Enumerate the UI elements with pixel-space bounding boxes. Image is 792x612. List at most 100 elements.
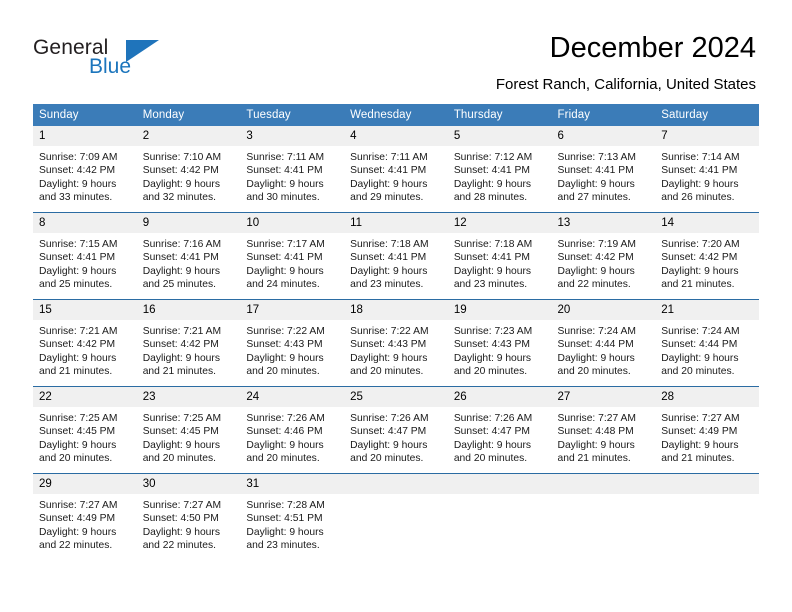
day-details: Sunrise: 7:16 AM Sunset: 4:41 PM Dayligh… <box>137 233 241 292</box>
calendar-day-cell[interactable]: 10 Sunrise: 7:17 AM Sunset: 4:41 PM Dayl… <box>240 212 345 300</box>
day-details: Sunrise: 7:25 AM Sunset: 4:45 PM Dayligh… <box>33 407 137 466</box>
sunrise-text: Sunrise: 7:11 AM <box>246 152 325 163</box>
sunset-text: Sunset: 4:43 PM <box>350 339 427 351</box>
daylight-text-line1: Daylight: 9 hours <box>142 178 220 190</box>
calendar-week-row: 1 Sunrise: 7:09 AM Sunset: 4:42 PM Dayli… <box>33 126 759 213</box>
calendar-day-cell[interactable]: 8 Sunrise: 7:15 AM Sunset: 4:41 PM Dayli… <box>33 212 137 300</box>
day-number: 14 <box>655 213 759 233</box>
sunrise-text: Sunrise: 7:22 AM <box>246 326 325 337</box>
calendar-day-cell[interactable]: 7 Sunrise: 7:14 AM Sunset: 4:41 PM Dayli… <box>655 126 759 213</box>
calendar-day-cell[interactable]: 29 Sunrise: 7:27 AM Sunset: 4:49 PM Dayl… <box>33 473 137 560</box>
sunset-text: Sunset: 4:44 PM <box>557 339 634 351</box>
sunrise-text: Sunrise: 7:26 AM <box>246 413 325 424</box>
day-number: 9 <box>136 213 241 233</box>
calendar-day-cell[interactable]: 22 Sunrise: 7:25 AM Sunset: 4:45 PM Dayl… <box>33 386 137 474</box>
calendar-header-row: Sunday Monday Tuesday Wednesday Thursday… <box>33 104 759 126</box>
day-number: 8 <box>33 213 137 233</box>
daylight-text-line2: and 28 minutes. <box>453 192 528 204</box>
day-number: 10 <box>240 213 345 233</box>
calendar-day-cell[interactable]: 30 Sunrise: 7:27 AM Sunset: 4:50 PM Dayl… <box>136 473 241 560</box>
sunset-text: Sunset: 4:47 PM <box>350 426 427 438</box>
daylight-text-line2: and 25 minutes. <box>142 279 216 291</box>
calendar-day-cell[interactable]: 31 Sunrise: 7:28 AM Sunset: 4:51 PM Dayl… <box>240 473 345 560</box>
weekday-header-monday: Monday <box>136 104 241 126</box>
calendar-day-cell[interactable]: 25 Sunrise: 7:26 AM Sunset: 4:47 PM Dayl… <box>344 386 448 474</box>
day-details <box>344 494 448 499</box>
calendar-day-cell[interactable]: 27 Sunrise: 7:27 AM Sunset: 4:48 PM Dayl… <box>551 386 656 474</box>
calendar-day-cell[interactable]: 17 Sunrise: 7:22 AM Sunset: 4:43 PM Dayl… <box>240 299 345 387</box>
day-details: Sunrise: 7:27 AM Sunset: 4:48 PM Dayligh… <box>552 407 656 466</box>
sunset-text: Sunset: 4:41 PM <box>557 165 634 177</box>
calendar-day-cell[interactable]: 28 Sunrise: 7:27 AM Sunset: 4:49 PM Dayl… <box>655 386 759 474</box>
day-details: Sunrise: 7:10 AM Sunset: 4:42 PM Dayligh… <box>137 146 241 205</box>
weekday-header-wednesday: Wednesday <box>344 104 448 126</box>
day-details <box>448 494 552 499</box>
sunset-text: Sunset: 4:49 PM <box>661 426 738 438</box>
day-details: Sunrise: 7:14 AM Sunset: 4:41 PM Dayligh… <box>655 146 759 205</box>
sunrise-text: Sunrise: 7:27 AM <box>39 500 118 511</box>
day-number: 26 <box>447 387 552 407</box>
daylight-text-line2: and 20 minutes. <box>246 453 320 465</box>
calendar-day-cell[interactable]: 26 Sunrise: 7:26 AM Sunset: 4:47 PM Dayl… <box>447 386 552 474</box>
sunrise-text: Sunrise: 7:23 AM <box>453 326 533 337</box>
calendar-day-cell[interactable]: 4 Sunrise: 7:11 AM Sunset: 4:41 PM Dayli… <box>344 126 448 213</box>
daylight-text-line1: Daylight: 9 hours <box>557 265 635 277</box>
sunset-text: Sunset: 4:42 PM <box>557 252 634 264</box>
daylight-text-line2: and 23 minutes. <box>350 279 424 291</box>
day-number <box>655 474 759 494</box>
day-number <box>344 474 448 494</box>
daylight-text-line2: and 25 minutes. <box>39 279 113 291</box>
calendar-day-cell[interactable]: 2 Sunrise: 7:10 AM Sunset: 4:42 PM Dayli… <box>136 126 241 213</box>
daylight-text-line1: Daylight: 9 hours <box>661 439 739 451</box>
calendar-day-cell[interactable]: 11 Sunrise: 7:18 AM Sunset: 4:41 PM Dayl… <box>344 212 448 300</box>
calendar-day-cell[interactable]: 12 Sunrise: 7:18 AM Sunset: 4:41 PM Dayl… <box>447 212 552 300</box>
day-details: Sunrise: 7:20 AM Sunset: 4:42 PM Dayligh… <box>655 233 759 292</box>
daylight-text-line2: and 22 minutes. <box>39 540 113 552</box>
calendar-week-row: 29 Sunrise: 7:27 AM Sunset: 4:49 PM Dayl… <box>33 473 759 560</box>
daylight-text-line1: Daylight: 9 hours <box>350 352 428 364</box>
calendar-day-cell[interactable]: 18 Sunrise: 7:22 AM Sunset: 4:43 PM Dayl… <box>344 299 448 387</box>
day-number: 16 <box>136 300 241 320</box>
day-details: Sunrise: 7:26 AM Sunset: 4:47 PM Dayligh… <box>448 407 552 466</box>
calendar-day-cell[interactable]: 21 Sunrise: 7:24 AM Sunset: 4:44 PM Dayl… <box>655 299 759 387</box>
daylight-text-line1: Daylight: 9 hours <box>246 352 324 364</box>
daylight-text-line2: and 20 minutes. <box>453 453 528 465</box>
sunrise-text: Sunrise: 7:18 AM <box>453 239 533 250</box>
calendar-day-cell[interactable]: 20 Sunrise: 7:24 AM Sunset: 4:44 PM Dayl… <box>551 299 656 387</box>
day-number: 3 <box>240 126 345 146</box>
daylight-text-line1: Daylight: 9 hours <box>142 439 220 451</box>
daylight-text-line2: and 22 minutes. <box>142 540 216 552</box>
calendar-day-cell-empty <box>655 473 759 560</box>
daylight-text-line2: and 20 minutes. <box>661 366 735 378</box>
brand-logo[interactable]: General Blue <box>33 36 213 86</box>
sunset-text: Sunset: 4:41 PM <box>246 252 323 264</box>
calendar-day-cell[interactable]: 23 Sunrise: 7:25 AM Sunset: 4:45 PM Dayl… <box>136 386 241 474</box>
calendar-day-cell[interactable]: 15 Sunrise: 7:21 AM Sunset: 4:42 PM Dayl… <box>33 299 137 387</box>
calendar-day-cell[interactable]: 5 Sunrise: 7:12 AM Sunset: 4:41 PM Dayli… <box>447 126 552 213</box>
calendar-day-cell[interactable]: 6 Sunrise: 7:13 AM Sunset: 4:41 PM Dayli… <box>551 126 656 213</box>
daylight-text-line2: and 21 minutes. <box>661 453 735 465</box>
sunset-text: Sunset: 4:41 PM <box>142 252 219 264</box>
calendar-day-cell[interactable]: 24 Sunrise: 7:26 AM Sunset: 4:46 PM Dayl… <box>240 386 345 474</box>
calendar-day-cell[interactable]: 19 Sunrise: 7:23 AM Sunset: 4:43 PM Dayl… <box>447 299 552 387</box>
day-number: 25 <box>344 387 448 407</box>
calendar-day-cell[interactable]: 14 Sunrise: 7:20 AM Sunset: 4:42 PM Dayl… <box>655 212 759 300</box>
calendar-day-cell[interactable]: 1 Sunrise: 7:09 AM Sunset: 4:42 PM Dayli… <box>33 126 137 213</box>
daylight-text-line1: Daylight: 9 hours <box>557 439 635 451</box>
sunset-text: Sunset: 4:41 PM <box>453 165 530 177</box>
daylight-text-line1: Daylight: 9 hours <box>453 439 532 451</box>
calendar-day-cell[interactable]: 3 Sunrise: 7:11 AM Sunset: 4:41 PM Dayli… <box>240 126 345 213</box>
day-details: Sunrise: 7:21 AM Sunset: 4:42 PM Dayligh… <box>137 320 241 379</box>
daylight-text-line1: Daylight: 9 hours <box>246 526 324 538</box>
daylight-text-line2: and 32 minutes. <box>142 192 216 204</box>
calendar-day-cell[interactable]: 13 Sunrise: 7:19 AM Sunset: 4:42 PM Dayl… <box>551 212 656 300</box>
day-details: Sunrise: 7:18 AM Sunset: 4:41 PM Dayligh… <box>344 233 448 292</box>
sunrise-text: Sunrise: 7:21 AM <box>142 326 222 337</box>
sunrise-text: Sunrise: 7:17 AM <box>246 239 325 250</box>
calendar-week-row: 8 Sunrise: 7:15 AM Sunset: 4:41 PM Dayli… <box>33 212 759 300</box>
calendar-day-cell[interactable]: 9 Sunrise: 7:16 AM Sunset: 4:41 PM Dayli… <box>136 212 241 300</box>
daylight-text-line2: and 20 minutes. <box>39 453 113 465</box>
sunset-text: Sunset: 4:42 PM <box>39 339 116 351</box>
calendar-day-cell[interactable]: 16 Sunrise: 7:21 AM Sunset: 4:42 PM Dayl… <box>136 299 241 387</box>
daylight-text-line2: and 20 minutes. <box>557 366 631 378</box>
